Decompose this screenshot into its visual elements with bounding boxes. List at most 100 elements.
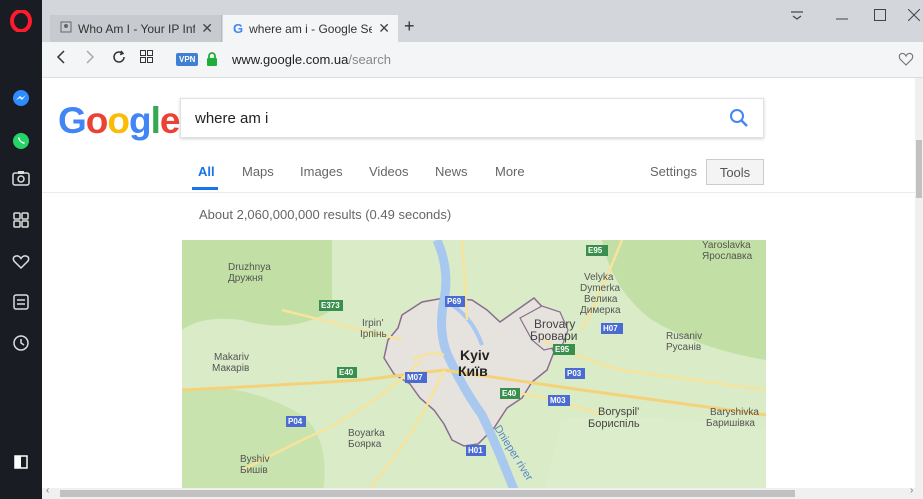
place-brovary-uk: Бровари bbox=[530, 329, 578, 343]
place-irpin-uk: Ірпінь bbox=[360, 329, 387, 340]
place-makariv: Makariv bbox=[214, 352, 249, 363]
url-path: /search bbox=[348, 52, 391, 67]
tab-title: Who Am I - Your IP Inform bbox=[78, 21, 196, 36]
tab-images[interactable]: Images bbox=[300, 164, 343, 179]
opera-menu-icon[interactable] bbox=[9, 9, 33, 33]
google-favicon-icon: G bbox=[233, 21, 244, 36]
place-boryspil: Boryspil' bbox=[598, 406, 639, 418]
minimize-icon[interactable] bbox=[836, 8, 848, 25]
result-stats: About 2,060,000,000 results (0.49 second… bbox=[199, 207, 452, 222]
scroll-right-icon[interactable]: › bbox=[910, 485, 913, 496]
road-badge-e95: E95 bbox=[586, 245, 608, 256]
svg-text:H01: H01 bbox=[468, 446, 483, 455]
svg-text:E95: E95 bbox=[588, 246, 603, 255]
logo-letter: o bbox=[85, 100, 109, 141]
search-box[interactable]: where am i bbox=[180, 98, 764, 138]
url-field[interactable]: www.google.com.ua/search bbox=[232, 52, 391, 67]
page-content: Google where am i All Maps Images Videos… bbox=[42, 78, 923, 499]
sidebar-toggle-icon[interactable] bbox=[9, 450, 33, 474]
url-host: www.google.com.ua bbox=[232, 52, 349, 67]
tools-button[interactable]: Tools bbox=[706, 159, 764, 185]
active-tab-underline bbox=[192, 187, 218, 190]
tab-close-icon[interactable]: ✕ bbox=[378, 20, 390, 37]
search-input[interactable]: where am i bbox=[195, 110, 268, 127]
svg-text:E40: E40 bbox=[502, 389, 517, 398]
back-icon[interactable] bbox=[56, 50, 66, 69]
place-byshiv: Byshiv bbox=[240, 454, 269, 465]
road-badge-p04: P04 bbox=[286, 416, 306, 427]
tab-google-search[interactable]: G where am i - Google Searc ✕ bbox=[223, 15, 398, 42]
road-badge-h01: H01 bbox=[466, 445, 486, 456]
place-velyka-dymerka-4: Димерка bbox=[580, 305, 621, 316]
logo-letter: G bbox=[58, 100, 87, 141]
logo-letter: e bbox=[159, 100, 181, 141]
road-badge-p03: P03 bbox=[565, 368, 585, 379]
place-druzhnya: Druzhnya bbox=[228, 262, 271, 273]
whois-favicon-icon bbox=[60, 21, 72, 36]
place-yaroslavka-uk: Ярославка bbox=[702, 251, 753, 262]
map-result[interactable]: E95 P69 E373 H07 E95 E40 M07 P03 E40 M03… bbox=[182, 240, 766, 499]
maximize-icon[interactable] bbox=[874, 8, 886, 25]
tab-close-icon[interactable]: ✕ bbox=[201, 20, 213, 37]
place-boyarka-uk: Боярка bbox=[348, 439, 382, 450]
new-tab-button[interactable]: + bbox=[404, 16, 415, 37]
field-area bbox=[542, 416, 766, 499]
place-irpin: Irpin' bbox=[362, 318, 383, 329]
vpn-badge[interactable]: VPN bbox=[176, 53, 199, 66]
bookmark-heart-icon[interactable] bbox=[898, 52, 914, 71]
reload-icon[interactable] bbox=[112, 50, 126, 69]
messenger-icon[interactable] bbox=[9, 86, 33, 110]
tab-all[interactable]: All bbox=[198, 164, 215, 179]
whatsapp-icon[interactable] bbox=[9, 129, 33, 153]
logo-letter: l bbox=[150, 100, 161, 141]
place-velyka-dymerka-2: Dymerka bbox=[580, 283, 620, 294]
history-clock-icon[interactable] bbox=[9, 331, 33, 355]
horizontal-scroll-thumb[interactable] bbox=[60, 490, 795, 497]
road-badge-e373: E373 bbox=[319, 300, 343, 311]
tab-maps[interactable]: Maps bbox=[242, 164, 274, 179]
road-badge-e40: E40 bbox=[337, 367, 357, 378]
speed-dial-icon[interactable] bbox=[9, 208, 33, 232]
tab-menu-icon[interactable] bbox=[790, 8, 804, 25]
forward-icon[interactable] bbox=[85, 50, 95, 69]
tab-more[interactable]: More bbox=[495, 164, 525, 179]
place-velyka-dymerka-3: Велика bbox=[584, 294, 618, 305]
road-badge-m03: M03 bbox=[548, 395, 570, 406]
road-badge-e95-2: E95 bbox=[553, 344, 575, 355]
place-makariv-uk: Макарів bbox=[212, 363, 249, 374]
lock-icon[interactable] bbox=[206, 52, 218, 71]
settings-link[interactable]: Settings bbox=[650, 164, 697, 179]
logo-letter: o bbox=[107, 100, 130, 141]
svg-text:M07: M07 bbox=[407, 373, 423, 382]
map-canvas: E95 P69 E373 H07 E95 E40 M07 P03 E40 M03… bbox=[182, 240, 766, 499]
tab-strip: Who Am I - Your IP Inform ✕ G where am i… bbox=[42, 0, 923, 42]
place-druzhnya-uk: Дружня bbox=[228, 273, 263, 284]
tab-news[interactable]: News bbox=[435, 164, 468, 179]
opera-sidebar bbox=[0, 0, 42, 499]
address-bar: VPN www.google.com.ua/search bbox=[42, 42, 923, 78]
search-tabs: All Maps Images Videos News More Setting… bbox=[42, 158, 923, 193]
bookmarks-heart-icon[interactable] bbox=[9, 250, 33, 274]
svg-text:P03: P03 bbox=[567, 369, 582, 378]
search-icon[interactable] bbox=[729, 108, 749, 133]
news-icon[interactable] bbox=[9, 290, 33, 314]
place-boyarka: Boyarka bbox=[348, 428, 385, 439]
snapshot-icon[interactable] bbox=[9, 166, 33, 190]
speed-dial-grid-icon[interactable] bbox=[140, 50, 153, 68]
logo-letter: g bbox=[129, 100, 152, 141]
google-logo[interactable]: Google bbox=[58, 100, 181, 142]
place-rusaniv-uk: Русанів bbox=[666, 342, 701, 353]
close-window-icon[interactable] bbox=[907, 8, 921, 25]
place-kyiv-uk: Київ bbox=[458, 363, 488, 379]
scroll-left-icon[interactable]: ‹ bbox=[46, 485, 49, 496]
svg-text:E373: E373 bbox=[321, 301, 340, 310]
place-kyiv: Kyiv bbox=[460, 347, 490, 363]
svg-text:M03: M03 bbox=[550, 396, 566, 405]
vertical-scroll-thumb[interactable] bbox=[916, 140, 922, 198]
horizontal-scrollbar[interactable]: ‹ › bbox=[42, 485, 923, 499]
place-baryshivka: Baryshivka bbox=[710, 407, 759, 418]
road-badge-p69: P69 bbox=[445, 296, 465, 307]
vertical-scrollbar[interactable] bbox=[915, 78, 923, 488]
tab-videos[interactable]: Videos bbox=[369, 164, 409, 179]
tab-who-am-i[interactable]: Who Am I - Your IP Inform ✕ bbox=[50, 15, 222, 42]
